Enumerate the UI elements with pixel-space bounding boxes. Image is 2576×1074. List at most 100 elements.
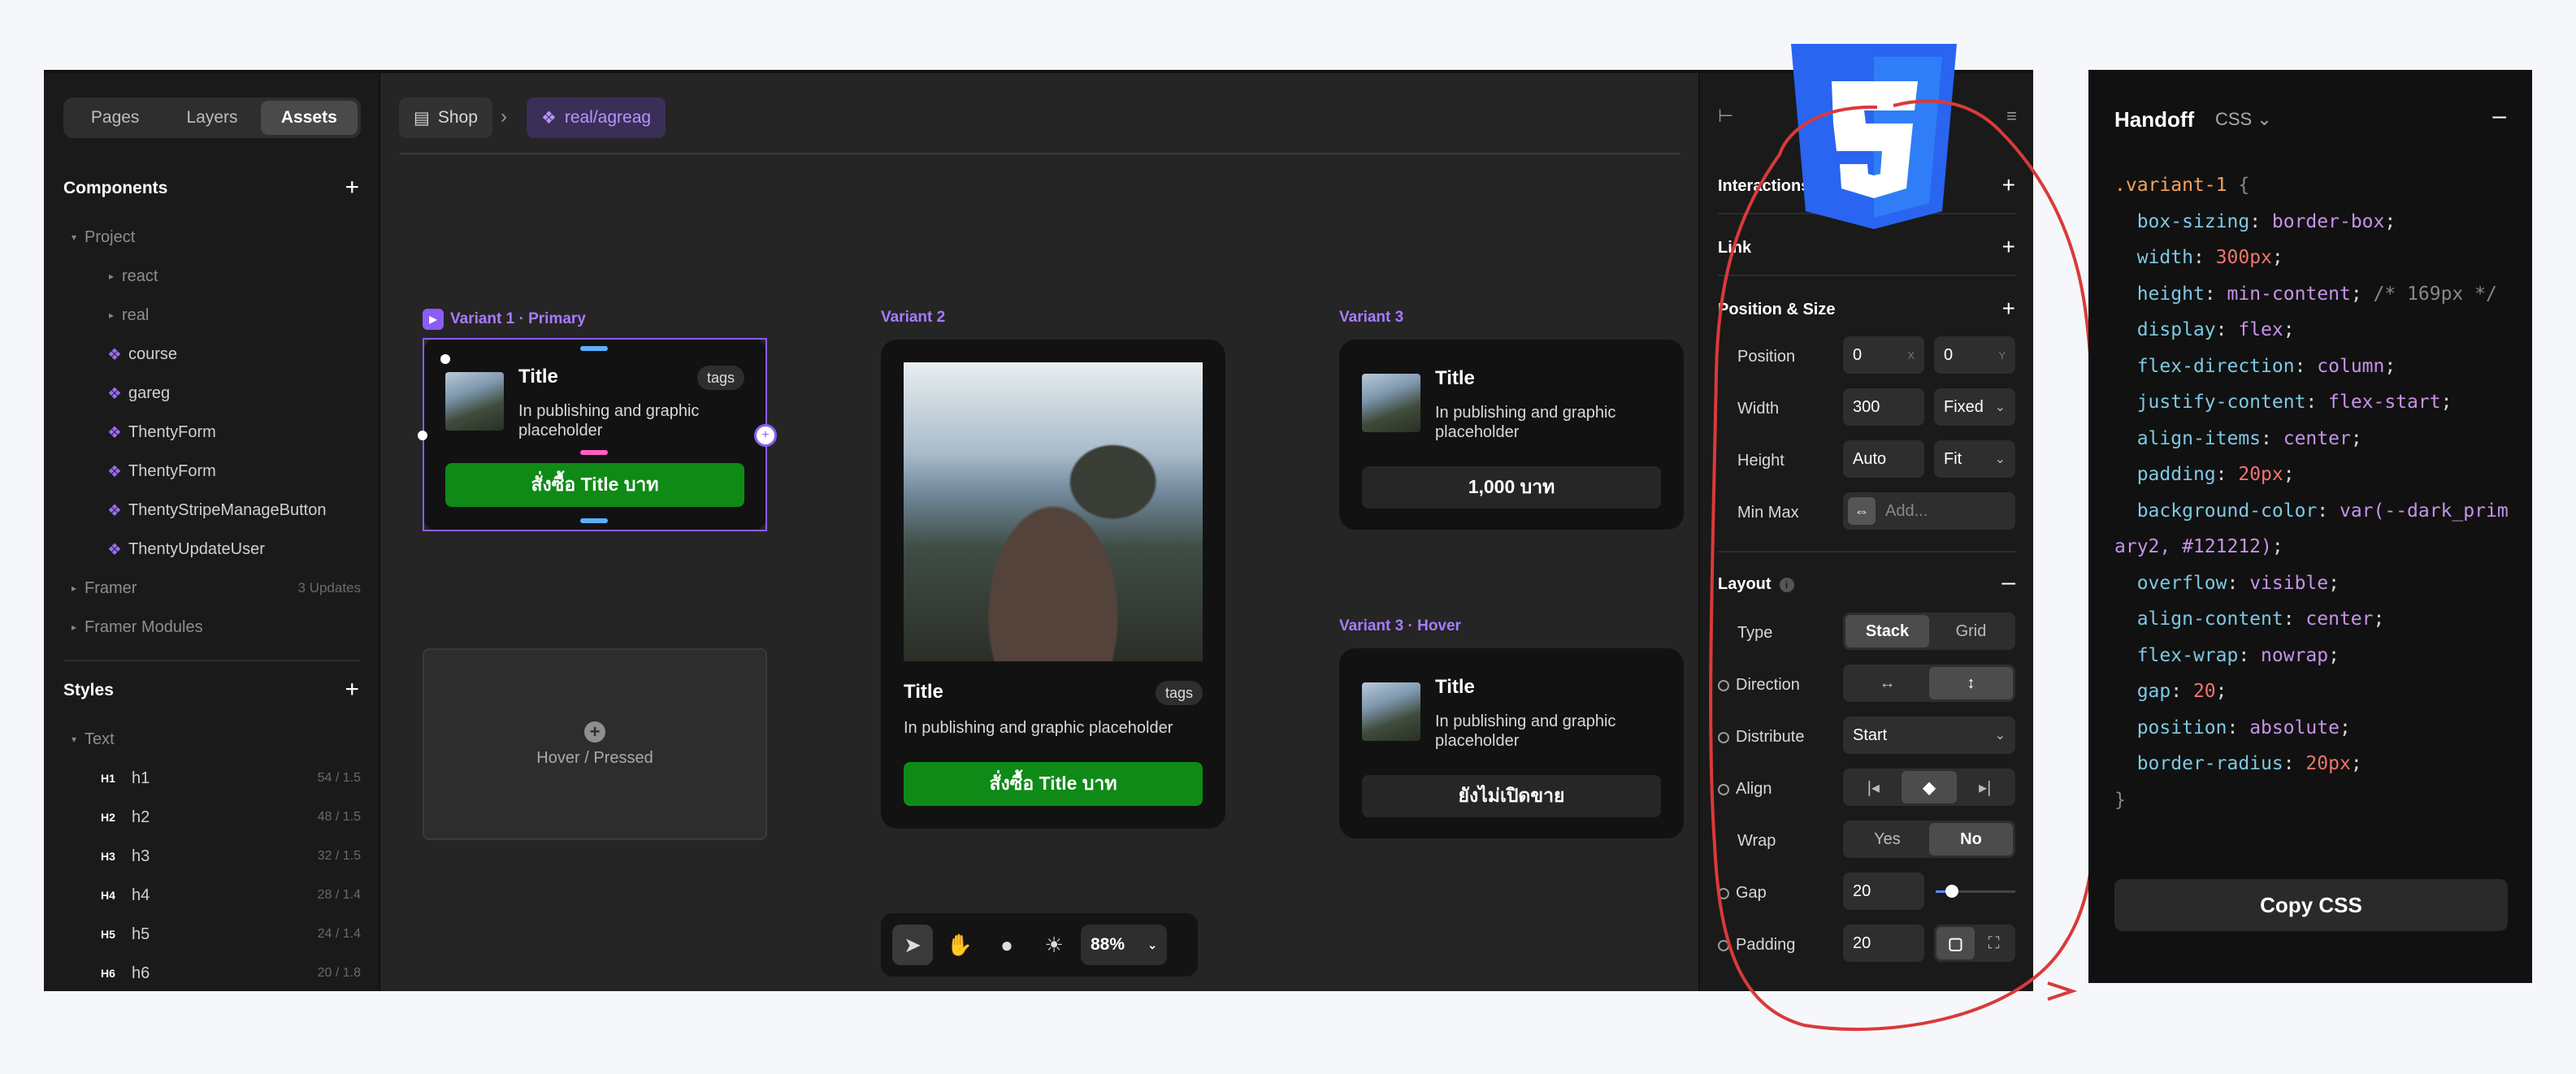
add-style-button[interactable]: + [345,678,359,702]
tree-item-stripe[interactable]: ❖ ThentyStripeManageButton [63,491,361,530]
component-icon: ❖ [107,501,122,520]
add-stack-icon[interactable]: + [754,424,777,447]
component-icon: ❖ [541,108,557,128]
card-title: Title [1435,367,1475,389]
style-h2[interactable]: H2 h2 48 / 1.5 [63,798,361,837]
copy-css-button[interactable]: Copy CSS [2114,879,2508,931]
page-icon: ▤ [414,108,430,128]
style-meta: 20 / 1.8 [317,966,361,980]
variant2-label[interactable]: Variant 2 [881,309,945,327]
tab-pages[interactable]: Pages [67,101,163,135]
hover-pressed-label: Hover / Pressed [536,748,653,767]
style-h1[interactable]: H1 h1 54 / 1.5 [63,759,361,798]
language-select[interactable]: CSS ⌄ [2215,109,2272,130]
hover-pressed-placeholder[interactable]: + Hover / Pressed [423,648,767,840]
handoff-title: Handoff [2114,107,2195,132]
gap-handle[interactable] [580,450,608,455]
card-thumbnail [1362,682,1420,741]
card-title: Title [904,681,943,703]
style-meta: 28 / 1.4 [317,888,361,902]
tree-label: ThentyStripeManageButton [128,500,327,519]
price-button[interactable]: 1,000 บาท [1362,466,1661,509]
card-tag: tags [1156,681,1203,705]
buy-button[interactable]: สั่งซื้อ Title บาท [445,463,744,507]
variant-label-text: Variant 1 · Primary [450,310,586,327]
tree-item-thentyform[interactable]: ❖ ThentyForm [63,413,361,452]
tree-label: Framer Modules [85,617,203,636]
breadcrumb-label: real/agreag [564,108,652,127]
chevron-down-icon: ⌄ [2257,109,2272,129]
comment-icon[interactable]: ● [987,925,1027,965]
expand-icon: ▸ [108,310,115,321]
style-h3[interactable]: H3 h3 32 / 1.5 [63,837,361,876]
variant1-label[interactable]: ▶ Variant 1 · Primary [423,309,586,330]
annotation-loop [1709,99,2097,1031]
tree-item-react[interactable]: ▸ react [63,257,361,296]
style-meta: 48 / 1.5 [317,810,361,824]
sun-icon[interactable]: ☀ [1034,925,1074,965]
sidebar-tabs: Pages Layers Assets [63,97,361,138]
padding-handle[interactable] [580,518,608,523]
resize-handle[interactable] [418,431,427,440]
variant3-hover-card[interactable]: Title In publishing and graphic placehol… [1339,648,1684,838]
add-component-button[interactable]: + [345,175,359,200]
breadcrumb-shop[interactable]: ▤ Shop [399,97,492,138]
not-open-button[interactable]: ยังไม่เปิดขาย [1362,775,1661,817]
tree-label: Framer [85,578,137,597]
tree-item-text[interactable]: ▾ Text [63,720,361,759]
tree-label: ThentyForm [128,461,216,480]
style-h6[interactable]: H6 h6 20 / 1.8 [63,954,361,991]
variant1-card[interactable]: Title tags In publishing and graphic pla… [423,338,767,531]
buy-button[interactable]: สั่งซื้อ Title บาท [904,762,1203,806]
collapse-handoff-button[interactable]: – [2492,102,2506,130]
styles-heading: Styles [63,681,114,699]
tree-item-updateuser[interactable]: ❖ ThentyUpdateUser [63,530,361,569]
style-name: h4 [132,886,150,904]
style-name: h2 [132,808,150,826]
variant3-label[interactable]: Variant 3 [1339,309,1403,327]
variant3-hover-label[interactable]: Variant 3 · Hover [1339,617,1461,635]
expand-icon: ▸ [71,582,77,594]
breadcrumb-component[interactable]: ❖ real/agreag [527,97,666,138]
tab-layers[interactable]: Layers [163,101,260,135]
style-name: h6 [132,964,150,982]
style-h5[interactable]: H5 h5 24 / 1.4 [63,915,361,954]
left-sidebar: Pages Layers Assets Components + ▾ Projec… [44,73,380,991]
tree-item-framer[interactable]: ▸ Framer 3 Updates [63,569,361,608]
pointer-icon[interactable]: ➤ [892,925,933,965]
tree-label: real [122,305,150,324]
breadcrumb-chevron-icon: › [501,106,507,128]
components-heading: Components [63,179,168,197]
tree-item-project[interactable]: ▾ Project [63,218,361,257]
heading-badge: H3 [101,850,115,863]
component-icon: ❖ [107,345,122,364]
expand-icon: ▾ [71,232,77,243]
card-thumbnail [1362,374,1420,432]
hand-icon[interactable]: ✋ [939,925,980,965]
component-icon: ❖ [107,423,122,442]
tree-item-thentyform-2[interactable]: ❖ ThentyForm [63,452,361,491]
tree-item-course[interactable]: ❖ course [63,335,361,374]
tree-label: ThentyUpdateUser [128,539,265,558]
card-title: Title [518,366,558,388]
style-name: h3 [132,847,150,865]
tree-item-gareg[interactable]: ❖ gareg [63,374,361,413]
style-meta: 24 / 1.4 [317,927,361,941]
tree-label: course [128,344,178,363]
tree-item-real[interactable]: ▸ real [63,296,361,335]
style-h4[interactable]: H4 h4 28 / 1.4 [63,876,361,915]
tree-label: Text [85,730,115,748]
css-code-block: .variant-1 { box-sizing: border-box; wid… [2114,175,2509,811]
tab-assets[interactable]: Assets [260,101,358,135]
zoom-select[interactable]: 88% ⌄ [1081,925,1167,965]
variant3-card[interactable]: Title In publishing and graphic placehol… [1339,340,1684,530]
card-title: Title [1435,676,1475,698]
tree-item-framer-modules[interactable]: ▸ Framer Modules [63,608,361,647]
tree-label: Project [85,227,136,246]
canvas-toolbar: ➤ ✋ ● ☀ 88% ⌄ [881,913,1198,977]
updates-badge: 3 Updates [297,580,362,595]
heading-badge: H4 [101,889,115,902]
expand-icon: ▸ [71,621,77,633]
corner-handle[interactable] [440,354,450,364]
padding-handle[interactable] [580,346,608,351]
